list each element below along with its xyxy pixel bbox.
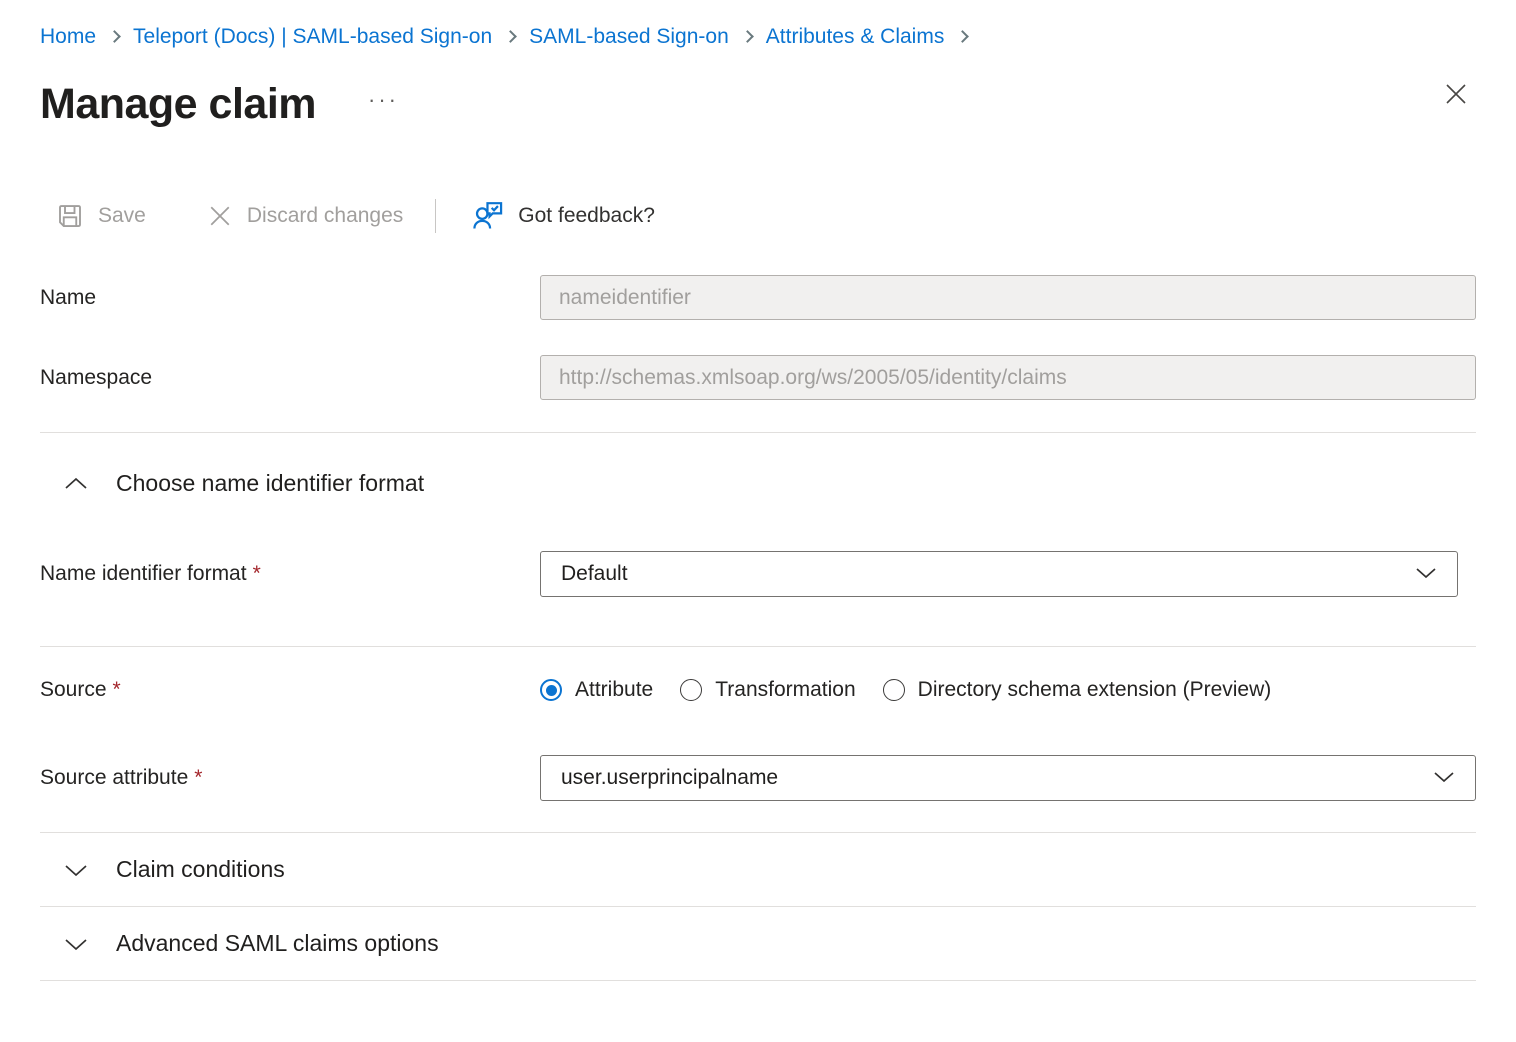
chevron-down-icon <box>63 862 89 878</box>
page-title: Manage claim <box>40 80 316 129</box>
namespace-field-row: Namespace <box>40 355 1476 400</box>
name-identifier-format-label: Name identifier format* <box>40 562 540 586</box>
namespace-label: Namespace <box>40 366 540 390</box>
radio-transformation-label: Transformation <box>715 678 855 702</box>
source-radio-group: Attribute Transformation Directory schem… <box>540 678 1476 702</box>
section-title: Advanced SAML claims options <box>116 930 439 957</box>
chevron-down-icon <box>63 936 89 952</box>
manage-claim-panel: Home Teleport (Docs) | SAML-based Sign-o… <box>0 0 1516 981</box>
save-button-label: Save <box>98 204 146 228</box>
save-button[interactable]: Save <box>55 201 146 231</box>
chevron-right-icon <box>956 30 969 43</box>
radio-attribute[interactable]: Attribute <box>540 678 653 702</box>
source-attribute-value: user.userprincipalname <box>561 766 778 790</box>
close-panel-button[interactable] <box>1438 77 1474 113</box>
required-asterisk: * <box>253 562 261 585</box>
command-bar: Save Discard changes Got feedback? <box>40 193 1476 239</box>
chevron-down-icon <box>1433 766 1455 790</box>
name-label: Name <box>40 286 540 310</box>
section-divider <box>40 980 1476 981</box>
name-identifier-format-dropdown[interactable]: Default <box>540 551 1458 597</box>
more-options-button[interactable]: ··· <box>368 87 399 113</box>
required-asterisk: * <box>194 766 202 789</box>
radio-directory-schema-extension[interactable]: Directory schema extension (Preview) <box>883 678 1272 702</box>
section-claim-conditions[interactable]: Claim conditions <box>40 833 1476 906</box>
radio-directory-schema-extension-label: Directory schema extension (Preview) <box>918 678 1272 702</box>
breadcrumb-home[interactable]: Home <box>40 23 96 50</box>
title-row: Manage claim ··· <box>40 77 1476 131</box>
breadcrumb-saml-signon[interactable]: SAML-based Sign-on <box>529 23 729 50</box>
section-divider <box>40 432 1476 433</box>
radio-attribute-label: Attribute <box>575 678 653 702</box>
namespace-input <box>540 355 1476 400</box>
source-attribute-label: Source attribute* <box>40 766 540 790</box>
got-feedback-button[interactable]: Got feedback? <box>471 199 655 233</box>
section-title: Claim conditions <box>116 856 285 883</box>
required-asterisk: * <box>113 678 121 701</box>
source-field-row: Source* Attribute Transformation Directo… <box>40 667 1476 713</box>
name-field-row: Name <box>40 275 1476 320</box>
chevron-up-icon <box>63 476 89 492</box>
radio-transformation[interactable]: Transformation <box>680 678 855 702</box>
name-identifier-format-row: Name identifier format* Default <box>40 551 1476 597</box>
claim-form: Name Namespace Choose name identifier fo… <box>40 275 1476 981</box>
chevron-right-icon <box>741 30 754 43</box>
discard-changes-button[interactable]: Discard changes <box>206 202 403 230</box>
chevron-right-icon <box>108 30 121 43</box>
breadcrumb-attributes-claims[interactable]: Attributes & Claims <box>766 23 945 50</box>
section-divider <box>40 646 1476 647</box>
got-feedback-label: Got feedback? <box>518 204 655 228</box>
save-icon <box>55 201 85 231</box>
section-advanced-saml-claims-options[interactable]: Advanced SAML claims options <box>40 907 1476 980</box>
toolbar-divider <box>435 199 436 233</box>
radio-selected-icon <box>540 679 562 701</box>
source-attribute-row: Source attribute* user.userprincipalname <box>40 755 1476 801</box>
source-label: Source* <box>40 678 540 702</box>
breadcrumb-app[interactable]: Teleport (Docs) | SAML-based Sign-on <box>133 23 492 50</box>
name-identifier-format-value: Default <box>561 562 628 586</box>
name-input <box>540 275 1476 320</box>
chevron-right-icon <box>504 30 517 43</box>
radio-unselected-icon <box>883 679 905 701</box>
section-choose-name-identifier-format[interactable]: Choose name identifier format <box>40 447 1476 513</box>
chevron-down-icon <box>1415 562 1437 586</box>
feedback-person-icon <box>471 199 505 233</box>
close-icon <box>1440 98 1472 113</box>
discard-changes-label: Discard changes <box>247 204 403 228</box>
section-title: Choose name identifier format <box>116 470 424 497</box>
breadcrumb: Home Teleport (Docs) | SAML-based Sign-o… <box>40 0 1476 50</box>
discard-x-icon <box>206 202 234 230</box>
source-attribute-dropdown[interactable]: user.userprincipalname <box>540 755 1476 801</box>
radio-unselected-icon <box>680 679 702 701</box>
